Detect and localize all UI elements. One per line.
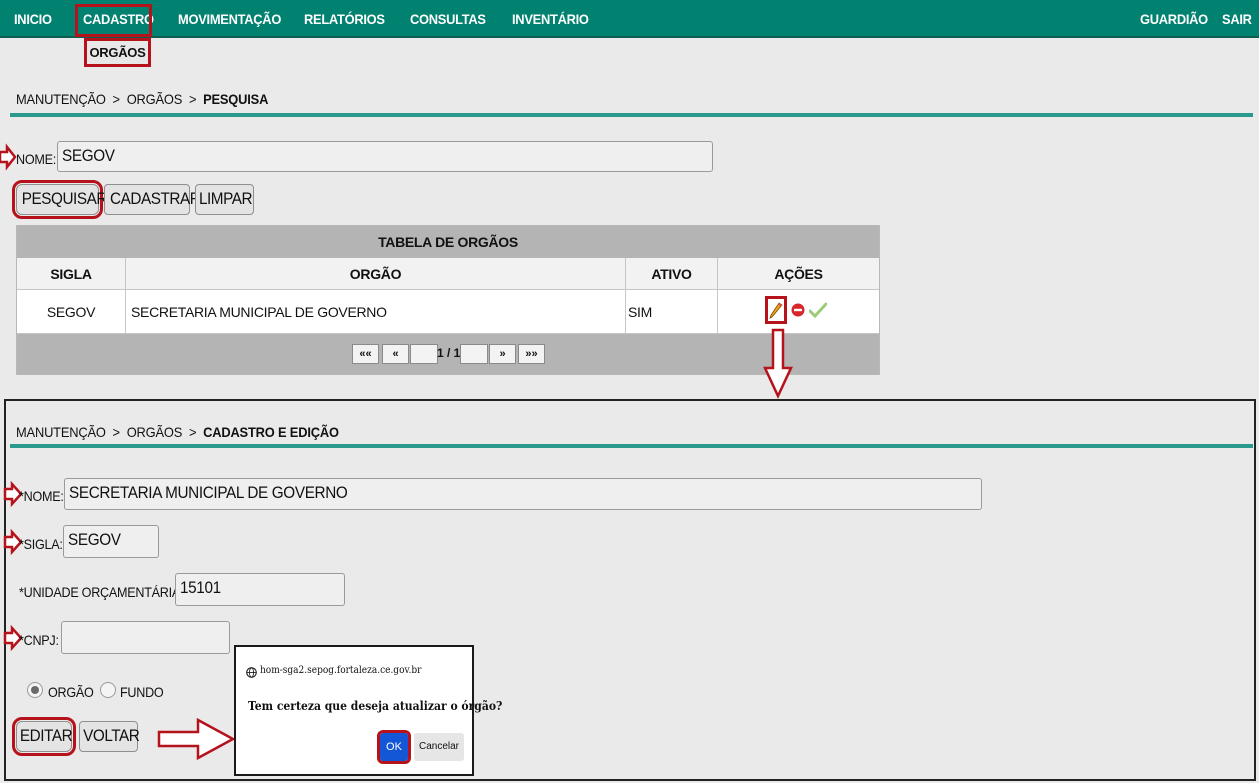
nav-inicio[interactable]: INICIO xyxy=(14,11,52,27)
breadcrumb-separator: > xyxy=(188,424,197,440)
pager-spacer xyxy=(410,344,438,364)
radio-fundo-label: FUNDO xyxy=(120,684,164,700)
edit-cnpj-input[interactable] xyxy=(61,621,230,654)
edit-unidade-input[interactable]: 15101 xyxy=(175,573,345,606)
pesquisar-button[interactable]: PESQUISAR xyxy=(12,180,107,219)
orgaos-table: TABELA DE ORGÃOS SIGLA ORGÃO ATIVO AÇÕES… xyxy=(16,225,880,375)
radio-orgao-label: ORGÃO xyxy=(48,684,94,700)
voltar-button[interactable]: VOLTAR xyxy=(79,721,140,752)
breadcrumb-current: CADASTRO E EDIÇÃO xyxy=(203,424,339,440)
submenu-orgaos-label: ORGÃOS xyxy=(89,45,146,60)
nome-label: NOME: xyxy=(16,151,56,167)
edit-cnpj-label: *CNPJ: xyxy=(19,632,59,648)
pesquisar-label: PESQUISAR xyxy=(21,189,108,208)
globe-icon xyxy=(246,667,257,678)
edit-sigla-value: SEGOV xyxy=(68,530,121,549)
edit-nome-input[interactable]: SECRETARIA MUNICIPAL DE GOVERNO xyxy=(64,478,982,510)
cadastro-highlight xyxy=(75,4,152,37)
voltar-label: VOLTAR xyxy=(83,726,140,745)
section-divider xyxy=(10,444,1253,448)
edit-unidade-value: 15101 xyxy=(180,578,221,597)
pager-last-button[interactable]: »» xyxy=(518,344,545,364)
pencil-edit-icon[interactable] xyxy=(769,301,783,319)
dialog-host: hom-sga2.sepog.fortaleza.ce.gov.br xyxy=(260,665,422,676)
breadcrumb-item[interactable]: MANUTENÇÃO xyxy=(16,91,106,107)
breadcrumb-item[interactable]: MANUTENÇÃO xyxy=(16,424,106,440)
nav-movimentacao[interactable]: MOVIMENTAÇÃO xyxy=(178,11,281,27)
nav-consultas[interactable]: CONSULTAS xyxy=(410,11,486,27)
edit-sigla-label: *SIGLA: xyxy=(19,536,63,552)
table-cell-acoes xyxy=(718,290,879,334)
table-cell-ativo: SIM xyxy=(626,290,718,334)
dialog-message: Tem certeza que deseja atualizar o órgão… xyxy=(248,699,503,713)
dialog-ok-button[interactable]: OK xyxy=(377,730,411,764)
nav-inventario[interactable]: INVENTÁRIO xyxy=(512,11,589,27)
breadcrumb-separator: > xyxy=(188,91,197,107)
pager-page-info: 1 / 1 xyxy=(437,346,461,360)
breadcrumb-separator: > xyxy=(112,91,121,107)
pager-first-button[interactable]: «« xyxy=(352,344,379,364)
edit-sigla-input[interactable]: SEGOV xyxy=(63,525,159,558)
col-header-orgao: ORGÃO xyxy=(126,258,626,290)
breadcrumb-edit: MANUTENÇÃO > ORGÃOS > CADASTRO E EDIÇÃO xyxy=(16,424,339,440)
table-cell-sigla: SEGOV xyxy=(17,290,126,334)
nav-relatorios[interactable]: RELATÓRIOS xyxy=(304,11,385,27)
section-divider xyxy=(10,113,1253,117)
table-cell-orgao: SECRETARIA MUNICIPAL DE GOVERNO xyxy=(126,290,626,334)
radio-fundo[interactable] xyxy=(100,682,116,698)
submenu-orgaos[interactable]: ORGÃOS xyxy=(84,38,151,67)
limpar-button[interactable]: LIMPAR xyxy=(195,184,254,215)
edit-nome-label: *NOME: xyxy=(19,488,64,504)
edit-nome-value: SECRETARIA MUNICIPAL DE GOVERNO xyxy=(69,483,348,502)
radio-orgao[interactable] xyxy=(27,682,43,698)
breadcrumb-item[interactable]: ORGÃOS xyxy=(127,424,183,440)
breadcrumb-search: MANUTENÇÃO > ORGÃOS > PESQUISA xyxy=(16,91,268,107)
limpar-label: LIMPAR xyxy=(198,189,253,208)
cadastrar-button[interactable]: CADASTRAR xyxy=(104,184,201,215)
confirm-dialog: hom-sga2.sepog.fortaleza.ce.gov.br Tem c… xyxy=(234,645,502,776)
right-arrow-icon xyxy=(157,717,236,761)
pager-prev-button[interactable]: « xyxy=(382,344,409,364)
col-header-acoes: AÇÕES xyxy=(718,258,879,290)
editar-label: EDITAR xyxy=(19,726,73,745)
col-header-sigla: SIGLA xyxy=(17,258,126,290)
dialog-cancel-button[interactable]: Cancelar xyxy=(414,733,464,761)
table-pager: «« « 1 / 1 » »» xyxy=(17,334,879,374)
top-navigation-bar: INICIO CADASTRO MOVIMENTAÇÃO RELATÓRIOS … xyxy=(0,0,1259,38)
edit-unidade-label: *UNIDADE ORÇAMENTÁRIA: xyxy=(19,584,184,600)
breadcrumb-separator: > xyxy=(112,424,121,440)
nav-sair[interactable]: SAIR xyxy=(1222,11,1252,27)
editar-button[interactable]: EDITAR xyxy=(12,717,76,756)
nome-search-value: SEGOV xyxy=(62,146,115,165)
col-header-ativo: ATIVO xyxy=(626,258,718,290)
annotation-arrow-icon xyxy=(0,143,17,171)
pager-spacer xyxy=(460,344,488,364)
activate-check-icon[interactable] xyxy=(809,302,827,318)
nome-search-input[interactable]: SEGOV xyxy=(57,141,713,172)
nav-guardiao[interactable]: GUARDIÃO xyxy=(1140,11,1208,27)
deactivate-icon[interactable] xyxy=(791,303,805,317)
cadastrar-label: CADASTRAR xyxy=(110,189,201,208)
pager-next-button[interactable]: » xyxy=(489,344,516,364)
breadcrumb-current: PESQUISA xyxy=(203,91,269,107)
breadcrumb-item[interactable]: ORGÃOS xyxy=(127,91,183,107)
table-caption: TABELA DE ORGÃOS xyxy=(17,226,879,258)
down-arrow-icon xyxy=(763,328,793,399)
